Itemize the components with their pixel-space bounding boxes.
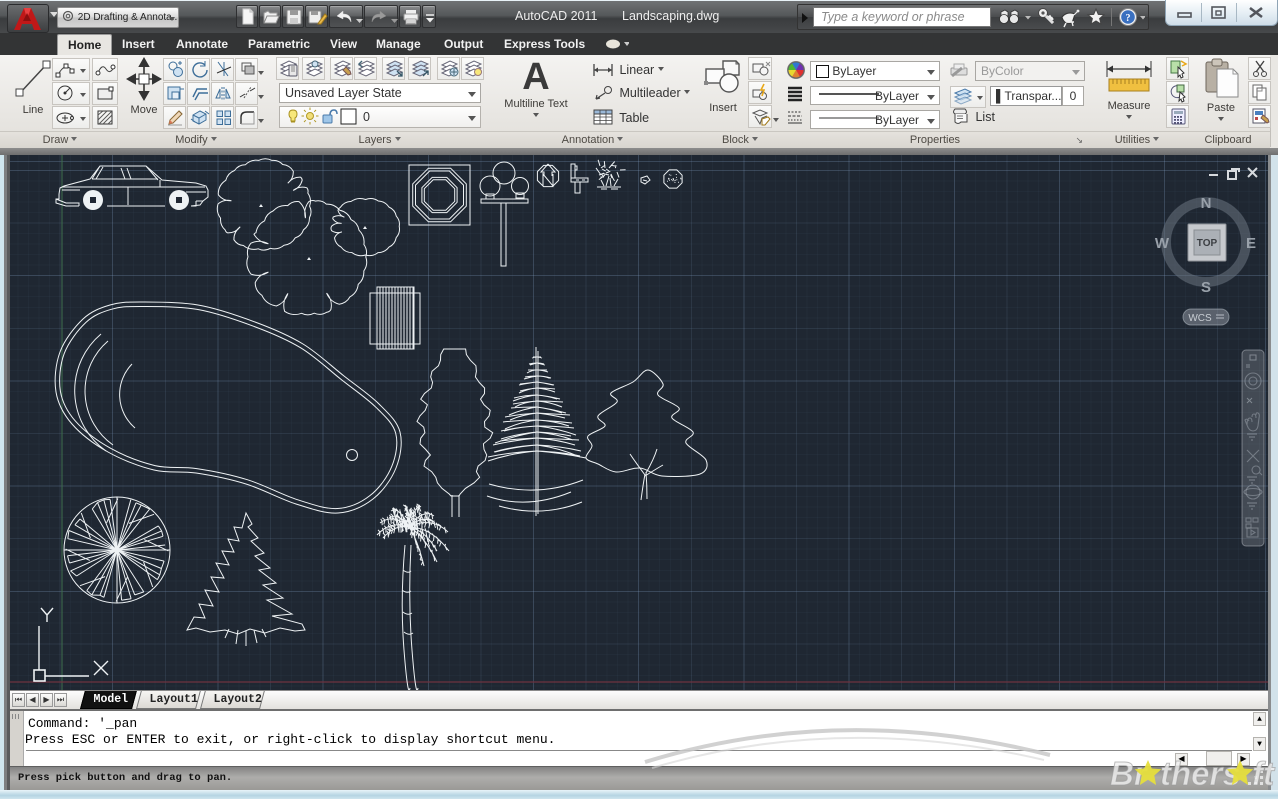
svg-text:S: S [1201, 279, 1211, 296]
svg-text:TOP: TOP [1197, 238, 1218, 249]
svg-text:WCS: WCS [1188, 313, 1212, 324]
svg-text:0: 0 [363, 110, 370, 124]
svg-text:E: E [1246, 235, 1256, 252]
svg-text:N: N [1201, 195, 1212, 212]
svg-text:?: ? [1126, 13, 1131, 24]
svg-text:W: W [1155, 235, 1170, 252]
